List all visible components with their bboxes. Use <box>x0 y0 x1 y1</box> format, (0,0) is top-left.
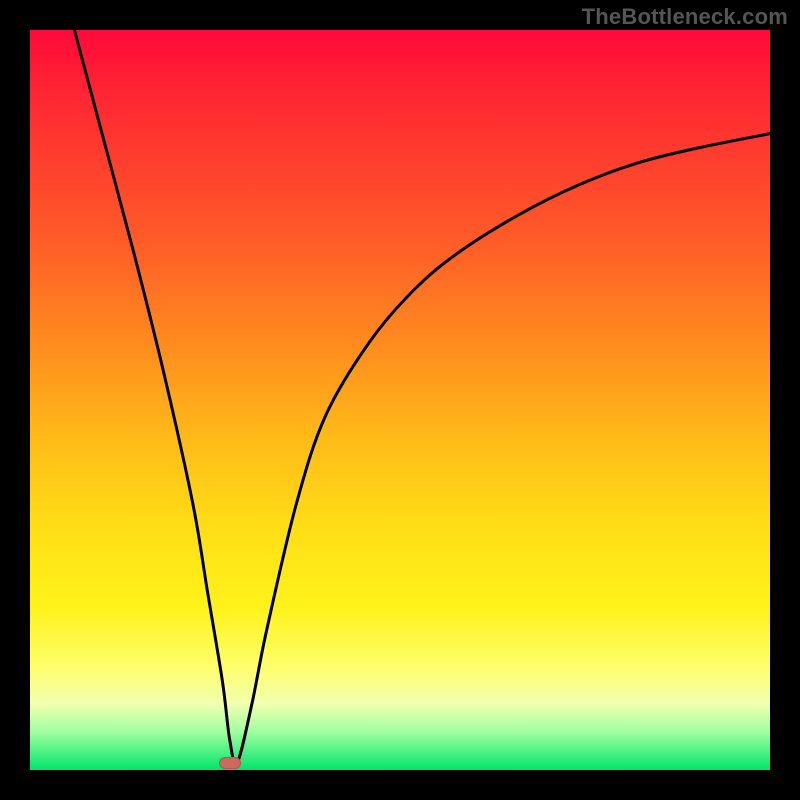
curve-svg <box>30 30 770 770</box>
bottleneck-curve <box>74 30 770 764</box>
watermark-text: TheBottleneck.com <box>582 4 788 30</box>
plot-area <box>30 30 770 770</box>
minimum-marker <box>219 757 241 769</box>
chart-frame: TheBottleneck.com <box>0 0 800 800</box>
